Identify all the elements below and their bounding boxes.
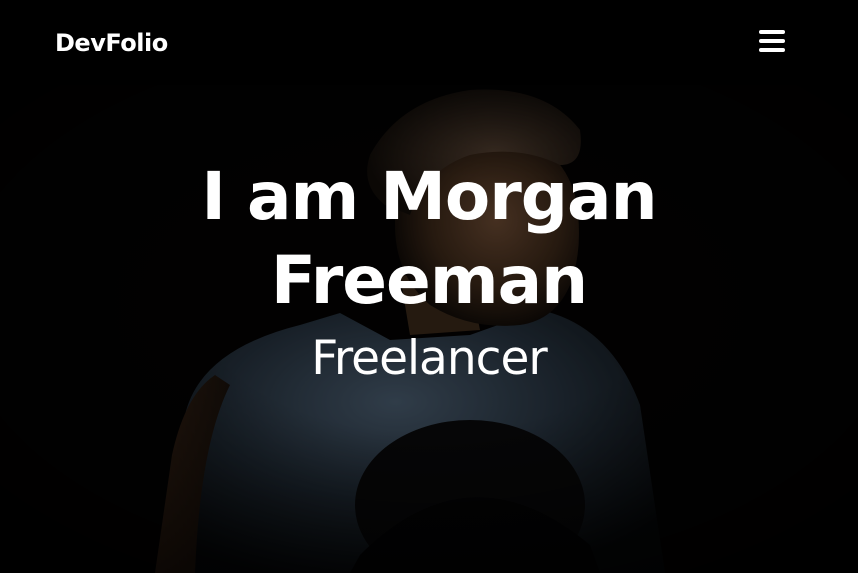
hero-subtitle: Freelancer [311, 331, 547, 386]
hamburger-menu-icon[interactable] [757, 29, 787, 55]
brand-logo[interactable]: DevFolio [55, 28, 168, 58]
menu-bar [759, 39, 785, 43]
hero-title: I am Morgan Freeman [201, 158, 657, 319]
hero-text: I am Morgan Freeman Freelancer [0, 155, 858, 389]
menu-bar [759, 48, 785, 52]
page: DevFolio I am Morgan Freeman Freelancer [0, 0, 858, 573]
menu-bar [759, 30, 785, 34]
hero-section: I am Morgan Freeman Freelancer [0, 85, 858, 573]
navbar: DevFolio [0, 0, 858, 85]
